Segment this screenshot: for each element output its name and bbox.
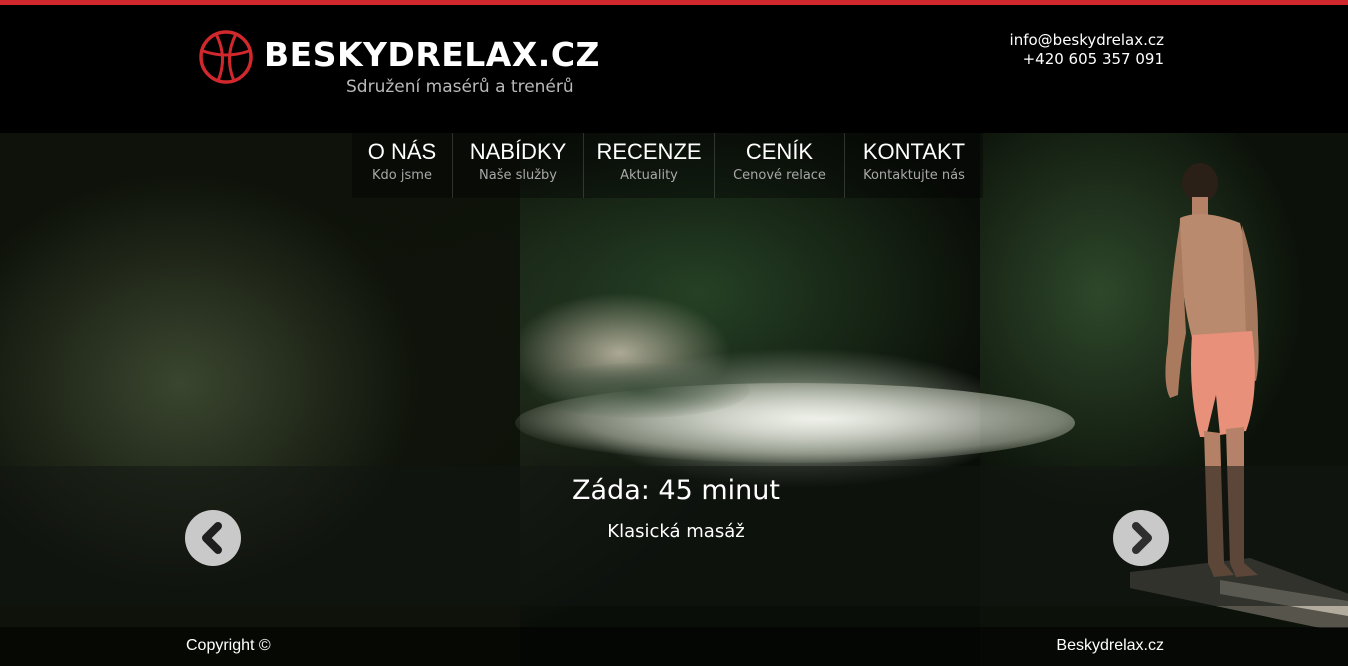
slider-next-button[interactable] [1113, 510, 1169, 566]
basketball-logo-icon[interactable] [198, 29, 254, 85]
main-navigation: O NÁS Kdo jsme NABÍDKY Naše služby RECEN… [352, 133, 983, 198]
nav-item-kontakt[interactable]: KONTAKT Kontaktujte nás [845, 133, 983, 198]
nav-item-subtitle: Naše služby [479, 168, 557, 183]
nav-item-nabidky[interactable]: NABÍDKY Naše služby [453, 133, 584, 198]
nav-item-subtitle: Cenové relace [733, 168, 826, 183]
chevron-left-icon [202, 522, 222, 554]
site-header: BESKYDRELAX.CZ Sdružení masérů a trenérů… [0, 5, 1348, 133]
nav-item-subtitle: Aktuality [620, 168, 678, 183]
footer-site-link[interactable]: Beskydrelax.cz [1056, 637, 1164, 655]
nav-item-title: NABÍDKY [469, 139, 567, 164]
nav-item-title: CENÍK [745, 139, 814, 164]
nav-item-title: KONTAKT [862, 139, 966, 164]
site-tagline: Sdružení masérů a trenérů [346, 77, 574, 97]
contact-phone[interactable]: +420 605 357 091 [1010, 50, 1164, 69]
nav-item-title: RECENZE [596, 139, 702, 164]
copyright-text: Copyright © [186, 637, 271, 654]
site-footer: Copyright © Beskydrelax.cz [0, 627, 1348, 666]
nav-item-subtitle: Kdo jsme [372, 168, 432, 183]
nav-item-recenze[interactable]: RECENZE Aktuality [584, 133, 715, 198]
contact-info: info@beskydrelax.cz +420 605 357 091 [1010, 31, 1164, 69]
nav-item-title: O NÁS [367, 139, 437, 164]
nav-item-cenik[interactable]: CENÍK Cenové relace [715, 133, 845, 198]
slide-title: Záda: 45 minut [572, 475, 780, 506]
contact-email[interactable]: info@beskydrelax.cz [1010, 31, 1164, 50]
site-brand[interactable]: BESKYDRELAX.CZ [264, 35, 600, 74]
nav-item-o-nas[interactable]: O NÁS Kdo jsme [352, 133, 453, 198]
chevron-right-icon [1132, 522, 1152, 554]
nav-item-subtitle: Kontaktujte nás [863, 168, 965, 183]
hero-slider: O NÁS Kdo jsme NABÍDKY Naše služby RECEN… [0, 133, 1348, 666]
slider-prev-button[interactable] [185, 510, 241, 566]
river-water-backdrop [530, 363, 750, 418]
